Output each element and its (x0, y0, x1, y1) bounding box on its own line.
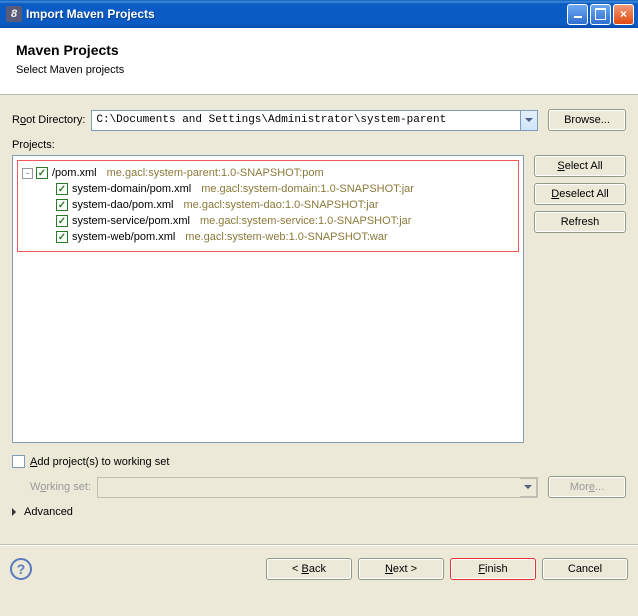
minimize-button[interactable] (567, 4, 588, 25)
refresh-button[interactable]: Refresh (534, 211, 626, 233)
checkbox[interactable] (56, 183, 68, 195)
chevron-down-icon (520, 478, 537, 497)
page-title: Maven Projects (16, 42, 622, 58)
checkbox[interactable] (56, 215, 68, 227)
tree-row[interactable]: system-service/pom.xml me.gacl:system-se… (20, 213, 516, 229)
browse-button[interactable]: Browse... (548, 109, 626, 131)
separator (0, 544, 638, 546)
window-title: Import Maven Projects (26, 7, 567, 21)
node-name: system-web/pom.xml (72, 231, 175, 243)
tree-highlight: - /pom.xml me.gacl:system-parent:1.0-SNA… (17, 160, 519, 252)
dialog-header: Maven Projects Select Maven projects (0, 28, 638, 95)
node-desc: me.gacl:system-parent:1.0-SNAPSHOT:pom (107, 167, 324, 179)
add-to-working-set-label: Add project(s) to working set (30, 456, 169, 468)
chevron-right-icon (12, 508, 20, 516)
working-set-combo (97, 477, 538, 498)
maximize-button[interactable] (590, 4, 611, 25)
close-button[interactable]: × (613, 4, 634, 25)
add-to-working-set-checkbox[interactable] (12, 455, 25, 468)
node-desc: me.gacl:system-web:1.0-SNAPSHOT:war (185, 231, 387, 243)
more-button: More... (548, 476, 626, 498)
node-name: system-dao/pom.xml (72, 199, 173, 211)
expander-icon[interactable]: - (22, 168, 33, 179)
root-directory-input[interactable] (91, 110, 521, 131)
help-icon[interactable]: ? (10, 558, 32, 580)
app-icon: 8 (6, 6, 22, 22)
tree-row[interactable]: system-web/pom.xml me.gacl:system-web:1.… (20, 229, 516, 245)
projects-label: Projects: (12, 139, 626, 151)
node-name: /pom.xml (52, 167, 97, 179)
deselect-all-button[interactable]: Deselect All (534, 183, 626, 205)
checkbox[interactable] (36, 167, 48, 179)
projects-tree[interactable]: - /pom.xml me.gacl:system-parent:1.0-SNA… (12, 155, 524, 443)
working-set-label: Working set: (30, 481, 91, 493)
next-button[interactable]: Next > (358, 558, 444, 580)
node-name: system-service/pom.xml (72, 215, 190, 227)
select-all-button[interactable]: Select All (534, 155, 626, 177)
advanced-toggle[interactable]: Advanced (12, 506, 626, 518)
page-subtitle: Select Maven projects (16, 64, 622, 76)
cancel-button[interactable]: Cancel (542, 558, 628, 580)
node-desc: me.gacl:system-service:1.0-SNAPSHOT:jar (200, 215, 412, 227)
node-desc: me.gacl:system-domain:1.0-SNAPSHOT:jar (201, 183, 414, 195)
tree-row[interactable]: - /pom.xml me.gacl:system-parent:1.0-SNA… (20, 165, 516, 181)
tree-row[interactable]: system-domain/pom.xml me.gacl:system-dom… (20, 181, 516, 197)
finish-button[interactable]: Finish (450, 558, 536, 580)
node-name: system-domain/pom.xml (72, 183, 191, 195)
node-desc: me.gacl:system-dao:1.0-SNAPSHOT:jar (183, 199, 378, 211)
window-titlebar: 8 Import Maven Projects × (0, 0, 638, 28)
checkbox[interactable] (56, 231, 68, 243)
tree-row[interactable]: system-dao/pom.xml me.gacl:system-dao:1.… (20, 197, 516, 213)
checkbox[interactable] (56, 199, 68, 211)
root-directory-label: Root Directory: (12, 114, 85, 126)
chevron-down-icon[interactable] (521, 110, 538, 131)
root-directory-combo[interactable] (91, 110, 538, 131)
back-button[interactable]: < Back (266, 558, 352, 580)
advanced-label: Advanced (24, 506, 73, 518)
